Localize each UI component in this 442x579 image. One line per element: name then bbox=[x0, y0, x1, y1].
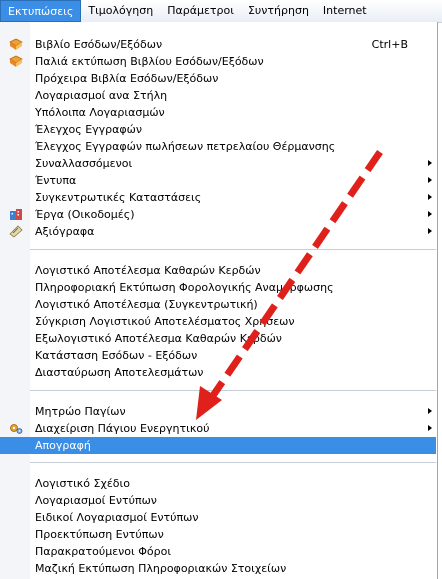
submenu-arrow-icon bbox=[428, 160, 432, 166]
menu-item-label: Μητρώο Παγίων bbox=[35, 405, 126, 418]
menu-item-label: Συναλλασσόμενοι bbox=[35, 157, 133, 170]
menu-item-accounting-result-summary[interactable]: Λογιστικό Αποτέλεσμα (Συγκεντρωτική) bbox=[0, 296, 436, 313]
menu-item-form-preprint[interactable]: Προεκτύπωση Εντύπων bbox=[0, 526, 436, 543]
menu-separator bbox=[30, 390, 436, 391]
menu-item-special-form-accounts[interactable]: Ειδικοί Λογαριασμοί Εντύπων bbox=[0, 509, 436, 526]
menu-item-draft-books[interactable]: Πρόχειρα Βιβλία Εσόδων/Εξόδων bbox=[0, 70, 436, 87]
gears-icon bbox=[9, 422, 23, 435]
menu-item-label: Διαχείριση Πάγιου Ενεργητικού bbox=[35, 422, 210, 435]
menu-item-label: Λογιστικό Σχέδιο bbox=[35, 477, 130, 490]
menu-item-form-accounts[interactable]: Λογαριασμοί Εντύπων bbox=[0, 492, 436, 509]
menu-item-label: Παλιά εκτύπωση Βιβλίου Εσόδων/Εξόδων bbox=[35, 55, 264, 68]
menu-separator bbox=[30, 249, 436, 250]
menu-item-off-book-result[interactable]: Εξωλογιστικό Αποτέλεσμα Καθαρών Κερδών bbox=[0, 330, 436, 347]
menu-item-label: Έλεγχος Εγγραφών πωλήσεων πετρελαίου Θέρ… bbox=[35, 140, 336, 153]
menu-item-summary-statements[interactable]: Συγκεντρωτικές Καταστάσεις bbox=[0, 189, 436, 206]
menu-item-securities[interactable]: Αξιόγραφα bbox=[0, 223, 436, 240]
book-icon bbox=[9, 55, 23, 68]
menu-item-results-cross-check[interactable]: Διασταύρωση Αποτελεσμάτων bbox=[0, 364, 436, 381]
submenu-arrow-icon bbox=[428, 228, 432, 234]
menu-item-label: Πληροφοριακή Εκτύπωση Φορολογικής Αναμόρ… bbox=[35, 281, 334, 294]
menu-item-fixed-assets-register[interactable]: Μητρώο Παγίων bbox=[0, 403, 436, 420]
menu-internet[interactable]: Internet bbox=[316, 0, 374, 22]
menu-item-label: Έλεγχος Εγγραφών bbox=[35, 123, 143, 136]
menu-item-label: Έντυπα bbox=[35, 174, 77, 187]
menu-item-label: Αξιόγραφα bbox=[35, 225, 95, 238]
menu-invoicing[interactable]: Τιμολόγηση bbox=[81, 0, 160, 22]
menu-item-label: Σύγκριση Λογιστικού Αποτελέσματος Χρήσεω… bbox=[35, 315, 295, 328]
menu-item-forms[interactable]: Έντυπα bbox=[0, 172, 436, 189]
menu-parameters[interactable]: Παράμετροι bbox=[160, 0, 241, 22]
menu-item-projects[interactable]: Έργα (Οικοδομές) bbox=[0, 206, 436, 223]
menu-item-label: Πρόχειρα Βιβλία Εσόδων/Εξόδων bbox=[35, 72, 219, 85]
menu-item-chart-of-accounts[interactable]: Λογιστικό Σχέδιο bbox=[0, 475, 436, 492]
menu-item-heating-oil-entries-check[interactable]: Έλεγχος Εγγραφών πωλήσεων πετρελαίου Θέρ… bbox=[0, 138, 436, 155]
building-icon bbox=[9, 208, 23, 221]
menu-item-result-comparison[interactable]: Σύγκριση Λογιστικού Αποτελέσματος Χρήσεω… bbox=[0, 313, 436, 330]
shortcut-text: Ctrl+B bbox=[371, 38, 408, 51]
menu-bar: Εκτυπώσεις Τιμολόγηση Παράμετροι Συντήρη… bbox=[0, 0, 442, 23]
book-icon bbox=[9, 38, 23, 51]
menu-separator bbox=[30, 462, 436, 463]
menu-item-income-expense-statement[interactable]: Κατάσταση Εσόδων - Εξόδων bbox=[0, 347, 436, 364]
submenu-arrow-icon bbox=[428, 177, 432, 183]
menu-item-label: Λογαριασμοί Εντύπων bbox=[35, 494, 157, 507]
menu-item-old-book-print[interactable]: Παλιά εκτύπωση Βιβλίου Εσόδων/Εξόδων bbox=[0, 53, 436, 70]
menu-item-label: Κατάσταση Εσόδων - Εξόδων bbox=[35, 349, 198, 362]
menu-item-label: Υπόλοιπα Λογαριασμών bbox=[35, 106, 165, 119]
menu-item-entries-check[interactable]: Έλεγχος Εγγραφών bbox=[0, 121, 436, 138]
cheque-icon bbox=[9, 225, 23, 238]
menu-item-label: Λογιστικό Αποτέλεσμα Καθαρών Κερδών bbox=[35, 264, 261, 277]
menu-item-label: Παρακρατούμενοι Φόροι bbox=[35, 545, 172, 558]
menu-item-label: Συγκεντρωτικές Καταστάσεις bbox=[35, 191, 202, 204]
menu-item-label: Προεκτύπωση Εντύπων bbox=[35, 528, 164, 541]
submenu-arrow-icon bbox=[428, 211, 432, 217]
menu-item-counterparties[interactable]: Συναλλασσόμενοι bbox=[0, 155, 436, 172]
menu-item-label: Έργα (Οικοδομές) bbox=[35, 208, 135, 221]
menu-item-label: Βιβλίο Εσόδων/Εξόδων bbox=[35, 38, 163, 51]
submenu-arrow-icon bbox=[428, 408, 432, 414]
menu-item-withholding-taxes[interactable]: Παρακρατούμενοι Φόροι bbox=[0, 543, 436, 560]
submenu-arrow-icon bbox=[428, 194, 432, 200]
menu-prints[interactable]: Εκτυπώσεις bbox=[0, 0, 82, 22]
menu-item-inventory[interactable]: Απογραφή bbox=[0, 437, 436, 454]
menu-item-label: Μαζική Εκτύπωση Πληροφοριακών Στοιχείων bbox=[35, 562, 287, 575]
menu-item-accounts-per-column[interactable]: Λογαριασμοί ανα Στήλη bbox=[0, 87, 436, 104]
menu-item-account-balances[interactable]: Υπόλοιπα Λογαριασμών bbox=[0, 104, 436, 121]
prints-dropdown-menu: Βιβλίο Εσόδων/Εξόδων Ctrl+B Παλιά εκτύπω… bbox=[0, 22, 438, 579]
menu-item-bulk-info-print[interactable]: Μαζική Εκτύπωση Πληροφοριακών Στοιχείων bbox=[0, 560, 436, 577]
menu-item-fixed-assets-management[interactable]: Διαχείριση Πάγιου Ενεργητικού bbox=[0, 420, 436, 437]
submenu-arrow-icon bbox=[428, 425, 432, 431]
menu-item-income-expense-book[interactable]: Βιβλίο Εσόδων/Εξόδων Ctrl+B bbox=[0, 36, 436, 53]
menu-item-net-profit-result[interactable]: Λογιστικό Αποτέλεσμα Καθαρών Κερδών bbox=[0, 262, 436, 279]
menu-maintenance[interactable]: Συντήρηση bbox=[241, 0, 316, 22]
menu-item-label: Εξωλογιστικό Αποτέλεσμα Καθαρών Κερδών bbox=[35, 332, 282, 345]
menu-item-label: Διασταύρωση Αποτελεσμάτων bbox=[35, 366, 204, 379]
menu-item-label: Λογιστικό Αποτέλεσμα (Συγκεντρωτική) bbox=[35, 298, 258, 311]
menu-item-label: Ειδικοί Λογαριασμοί Εντύπων bbox=[35, 511, 199, 524]
menu-item-label: Λογαριασμοί ανα Στήλη bbox=[35, 89, 168, 102]
menu-item-tax-adjustment-print[interactable]: Πληροφοριακή Εκτύπωση Φορολογικής Αναμόρ… bbox=[0, 279, 436, 296]
menu-item-label: Απογραφή bbox=[35, 439, 91, 452]
